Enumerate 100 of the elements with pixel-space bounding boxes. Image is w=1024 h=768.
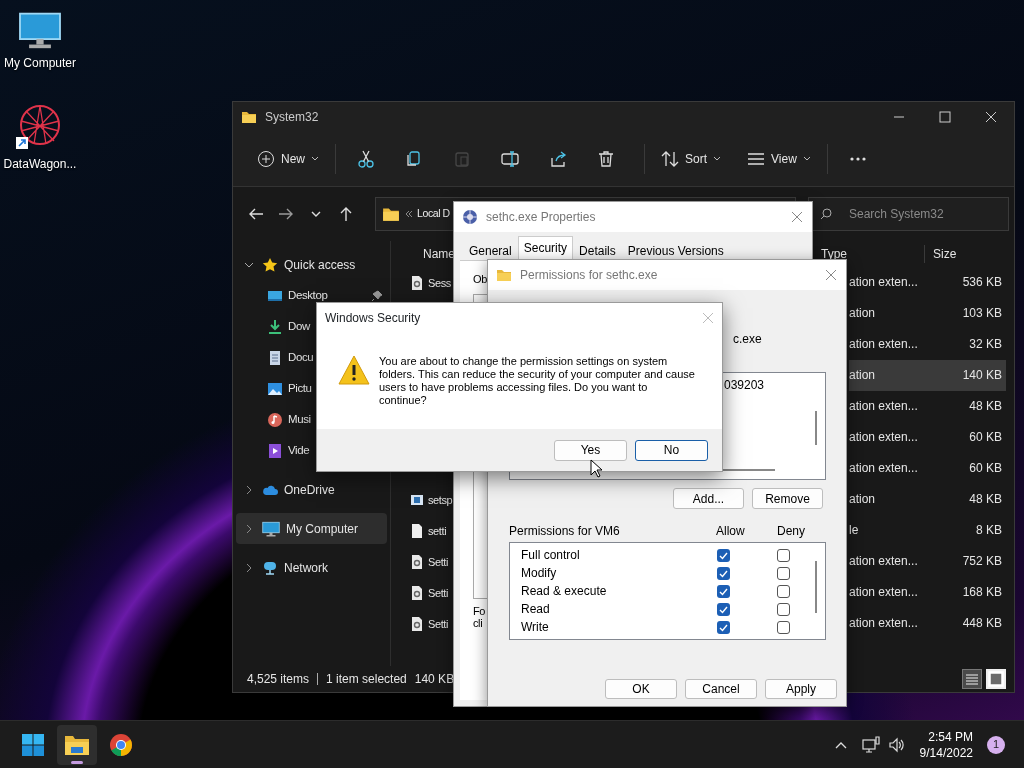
sidebar-item[interactable]: Network (236, 552, 387, 583)
settings-file-icon (411, 616, 423, 631)
speaker-icon[interactable] (887, 735, 906, 754)
clipped-label: Ob (473, 272, 487, 287)
file-size[interactable]: 32 KB (945, 329, 1006, 360)
close-icon[interactable] (825, 269, 837, 281)
windows-logo-icon[interactable] (21, 732, 45, 757)
remove-button[interactable]: Remove (752, 488, 823, 509)
monitor-icon[interactable] (18, 10, 62, 50)
monitor-icon (262, 519, 280, 538)
settings-file-icon (411, 554, 423, 569)
desktop-icon-label[interactable]: DataWagon... (3, 155, 77, 173)
checkbox[interactable] (717, 548, 730, 562)
file-size[interactable]: 140 KB (945, 360, 1006, 391)
file-name[interactable]: Sess (428, 276, 451, 289)
yes-button[interactable]: Yes (554, 439, 627, 461)
file-type[interactable]: ation (849, 484, 945, 515)
sidebar-item[interactable]: My Computer (236, 513, 387, 544)
sidebar-item[interactable]: Desktop (236, 280, 387, 311)
network-icon (262, 559, 278, 576)
column-header[interactable]: Size (925, 245, 957, 263)
back-arrow-icon[interactable] (248, 206, 264, 222)
file-type[interactable]: ation exten... (849, 608, 945, 639)
clock[interactable]: 2:54 PM 9/14/2022 (919, 728, 973, 761)
file-size[interactable]: 536 KB (945, 267, 1006, 298)
tiles-view-button[interactable] (986, 669, 1006, 689)
ok-button[interactable]: OK (605, 679, 677, 699)
sort-button[interactable]: Sort (655, 142, 728, 176)
no-button[interactable]: No (635, 439, 708, 461)
search-field[interactable]: Search System32 (808, 197, 1009, 231)
file-size[interactable]: 48 KB (945, 484, 1006, 515)
file-name[interactable]: Setti (428, 555, 448, 568)
user-entry[interactable]: 039203 (724, 376, 825, 394)
file-type[interactable]: ation (849, 298, 945, 329)
file-name[interactable]: Setti (428, 617, 448, 630)
copy-icon (405, 150, 423, 168)
file-name[interactable]: Setti (428, 586, 448, 599)
tab[interactable]: General (463, 238, 518, 263)
picture-icon (267, 380, 283, 397)
network-monitor-icon[interactable] (861, 735, 880, 754)
checkbox[interactable] (777, 566, 790, 580)
tab[interactable]: Details (573, 238, 622, 263)
file-type[interactable]: le (849, 515, 945, 546)
file-size[interactable]: 103 KB (945, 298, 1006, 329)
cancel-button[interactable]: Cancel (685, 679, 757, 699)
file-name[interactable]: setsp (428, 493, 453, 506)
file-type[interactable]: ation exten... (849, 329, 945, 360)
checkbox[interactable] (777, 620, 790, 634)
warning-icon (338, 355, 370, 385)
file-size[interactable]: 752 KB (945, 546, 1006, 577)
file-size[interactable]: 60 KB (945, 422, 1006, 453)
checkbox[interactable] (717, 620, 730, 634)
checkbox[interactable] (717, 602, 730, 616)
file-name[interactable]: setti (428, 524, 447, 537)
caret-icon (311, 156, 319, 162)
sidebar-item[interactable]: Vide (236, 435, 387, 466)
clipped-label: cli (473, 616, 483, 629)
close-icon[interactable] (791, 211, 803, 223)
rename-icon (501, 150, 519, 168)
file-type[interactable]: ation exten... (849, 422, 945, 453)
file-type[interactable]: ation exten... (849, 577, 945, 608)
window-title: System32 (265, 109, 319, 126)
file-size[interactable]: 8 KB (945, 515, 1006, 546)
chevron-right-icon[interactable] (244, 484, 254, 495)
tab[interactable]: Previous Versions (621, 238, 730, 263)
checkbox[interactable] (717, 584, 730, 598)
apply-button[interactable]: Apply (765, 679, 837, 699)
scissors-icon (357, 150, 375, 168)
notification-count[interactable]: 1 (987, 735, 1005, 754)
dialog-title: sethc.exe Properties (486, 209, 596, 226)
desktop-icon-label[interactable]: My Computer (4, 54, 76, 72)
checkbox[interactable] (777, 602, 790, 616)
new-button[interactable]: New (251, 142, 325, 176)
chevron-right-icon[interactable] (244, 523, 254, 534)
checkbox[interactable] (777, 584, 790, 598)
file-type[interactable]: ation (849, 360, 945, 391)
file-type[interactable]: ation exten... (849, 267, 945, 298)
up-arrow-icon[interactable] (338, 206, 354, 222)
file-type[interactable]: ation exten... (849, 546, 945, 577)
file-size[interactable]: 48 KB (945, 391, 1006, 422)
forward-arrow-icon[interactable] (278, 206, 294, 222)
file-icon (411, 523, 423, 538)
details-view-button[interactable] (962, 669, 982, 689)
browser-icon[interactable] (109, 732, 133, 757)
caret-icon (802, 156, 811, 162)
plus-circle-icon (257, 150, 275, 168)
file-type[interactable]: ation exten... (849, 453, 945, 484)
add-button[interactable]: Add... (673, 488, 744, 509)
view-button[interactable]: View (741, 142, 817, 176)
checkbox[interactable] (777, 548, 790, 562)
checkbox[interactable] (717, 566, 730, 580)
sidebar-item[interactable]: OneDrive (236, 474, 387, 505)
chevron-right-icon[interactable] (244, 562, 254, 573)
file-size[interactable]: 448 KB (945, 608, 1006, 639)
file-size[interactable]: 60 KB (945, 453, 1006, 484)
file-type[interactable]: ation exten... (849, 391, 945, 422)
square-icon (988, 671, 1004, 687)
status-size: 140 KB (414, 671, 455, 688)
file-size[interactable]: 168 KB (945, 577, 1006, 608)
sidebar-item[interactable]: Quick access (236, 249, 387, 280)
